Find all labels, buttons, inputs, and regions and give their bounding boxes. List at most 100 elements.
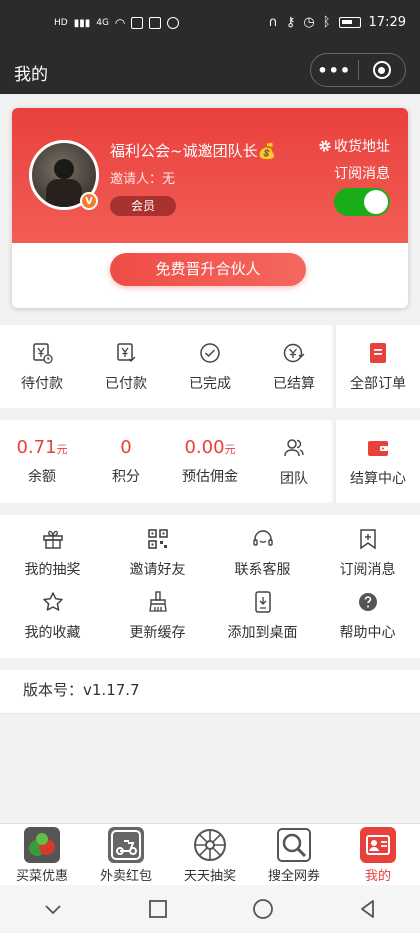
team-label: 团队 — [280, 470, 308, 487]
square-home-icon[interactable] — [146, 897, 170, 921]
subscribe-label: 订阅消息 — [334, 166, 390, 182]
settlement-center[interactable]: 结算中心 — [330, 420, 420, 503]
subscribe-messages[interactable]: 订阅消息 — [315, 527, 420, 590]
inviter-text: 邀请人：无 — [110, 172, 176, 187]
miniprogram-capsule: ••• — [310, 53, 406, 87]
tab-search-label: 搜全网券 — [267, 869, 320, 884]
invite-friends[interactable]: 邀请好友 — [105, 527, 210, 590]
tools-panel: 我的抽奖 邀请好友 联系客服 订阅消息 我的收藏 更新缓存 添加到桌面 帮助中心 — [0, 515, 420, 658]
my-lottery[interactable]: 我的抽奖 — [0, 527, 105, 590]
bookmark-plus-icon — [359, 529, 376, 550]
order-settled-label: 已结算 — [273, 375, 315, 392]
tab-mine-label: 我的 — [364, 869, 391, 884]
all-orders[interactable]: 全部订单 — [330, 325, 420, 408]
gift-icon — [42, 530, 63, 549]
more-button[interactable]: ••• — [311, 61, 358, 80]
points-item[interactable]: 0 积分 — [84, 420, 168, 503]
close-miniprogram-button[interactable] — [358, 61, 405, 79]
battery-icon — [338, 17, 361, 28]
chevron-down-icon[interactable] — [41, 897, 65, 921]
broom-icon — [148, 591, 167, 612]
tab-takeout-coupons[interactable]: 外卖红包 — [84, 824, 168, 885]
scooter-icon — [108, 827, 144, 863]
check-circle-icon — [200, 342, 220, 363]
order-completed[interactable]: 已完成 — [168, 325, 252, 408]
help-center[interactable]: 帮助中心 — [315, 590, 420, 653]
app-notification-icon — [131, 17, 144, 29]
qrcode-icon — [147, 529, 168, 549]
all-orders-label: 全部订单 — [350, 375, 406, 392]
my-lottery-label: 我的抽奖 — [24, 562, 81, 578]
status-bar: HD ▮▮▮ 4G ◠ ∩ ⚷ ◷ ᛒ 17:29 — [0, 0, 420, 48]
message-icon — [167, 17, 180, 29]
tab-mine[interactable]: 我的 — [336, 824, 420, 885]
shipping-address-label: 收货地址 — [334, 139, 390, 155]
team-icon — [284, 438, 304, 456]
target-icon — [372, 61, 391, 79]
tab-takeout-label: 外卖红包 — [99, 869, 152, 884]
add-to-desktop[interactable]: 添加到桌面 — [210, 590, 315, 653]
order-pending-payment[interactable]: 待付款 — [0, 325, 84, 408]
tab-daily-lottery[interactable]: 天天抽奖 — [168, 824, 252, 885]
network-label: 4G — [96, 18, 109, 28]
settlement-center-label: 结算中心 — [350, 470, 406, 487]
upgrade-partner-button[interactable]: 免费晋升合伙人 — [110, 253, 306, 286]
points-label: 积分 — [112, 469, 140, 485]
app-notification-icon — [149, 17, 162, 29]
balance-item[interactable]: 0.71元 余额 — [0, 420, 84, 503]
yen-clock-icon — [33, 342, 53, 364]
member-tag: 会员 — [110, 196, 176, 216]
vip-badge: V — [80, 192, 98, 210]
bluetooth-icon: ᛒ — [322, 15, 331, 30]
wallet-icon — [368, 440, 388, 456]
my-favorites-label: 我的收藏 — [24, 625, 81, 641]
balance-label: 余额 — [28, 469, 56, 485]
tab-bar: 买菜优惠 外卖红包 天天抽奖 搜全网券 我的 — [0, 823, 420, 885]
contact-support[interactable]: 联系客服 — [210, 527, 315, 590]
page-title: 我的 — [14, 65, 48, 85]
status-time: 17:29 — [368, 15, 406, 30]
tab-search-coupons[interactable]: 搜全网券 — [252, 824, 336, 885]
yen-circle-icon — [283, 343, 305, 362]
commission-label: 预估佣金 — [182, 469, 238, 485]
subscribe-messages-label: 订阅消息 — [339, 562, 396, 578]
headset-icon — [252, 530, 273, 546]
phone-download-icon — [254, 591, 271, 613]
help-icon — [358, 593, 377, 611]
sim-icon: HD — [54, 18, 68, 28]
gear-icon — [319, 140, 331, 152]
system-nav-bar — [0, 885, 420, 933]
signal-icon: ▮▮▮ — [73, 17, 91, 29]
shipping-address-link[interactable]: 收货地址 — [318, 136, 390, 156]
profile-card: V 福利公会~诚邀团队长💰 邀请人：无 会员 收货地址 订阅消息 免费晋升合伙人 — [12, 108, 408, 308]
tab-grocery-label: 买菜优惠 — [15, 869, 68, 884]
key-icon: ⚷ — [285, 15, 296, 30]
team-item[interactable]: 团队 — [252, 420, 336, 503]
assets-panel: 0.71元 余额 0 积分 0.00元 预估佣金 团队 结算中心 — [0, 420, 420, 503]
commission-item[interactable]: 0.00元 预估佣金 — [168, 420, 252, 503]
clear-cache[interactable]: 更新缓存 — [105, 590, 210, 653]
order-completed-label: 已完成 — [189, 375, 231, 392]
clear-cache-label: 更新缓存 — [129, 625, 186, 641]
my-favorites[interactable]: 我的收藏 — [0, 590, 105, 653]
order-paid[interactable]: 已付款 — [84, 325, 168, 408]
subscribe-toggle[interactable] — [334, 188, 390, 216]
tab-lottery-label: 天天抽奖 — [183, 869, 236, 884]
circle-home-icon[interactable] — [251, 897, 275, 921]
invite-friends-label: 邀请好友 — [129, 562, 186, 578]
nav-bar: 我的 ••• — [0, 48, 420, 94]
profile-card-icon — [360, 827, 396, 863]
alarm-icon: ◷ — [303, 15, 315, 30]
headset-status-icon: ∩ — [268, 15, 278, 30]
back-triangle-icon[interactable] — [356, 897, 380, 921]
add-to-desktop-label: 添加到桌面 — [227, 625, 298, 641]
status-right-icons: ∩ ⚷ ◷ ᛒ 17:29 — [268, 15, 406, 30]
balance-value: 0.71元 — [16, 437, 68, 458]
order-settled[interactable]: 已结算 — [252, 325, 336, 408]
orders-panel: 待付款 已付款 已完成 已结算 全部订单 — [0, 325, 420, 408]
points-value: 0 — [120, 437, 132, 458]
version-text: 版本号：v1.17.7 — [0, 670, 420, 714]
contact-support-label: 联系客服 — [234, 562, 291, 578]
tab-grocery-deals[interactable]: 买菜优惠 — [0, 824, 84, 885]
wheel-icon — [192, 827, 228, 863]
